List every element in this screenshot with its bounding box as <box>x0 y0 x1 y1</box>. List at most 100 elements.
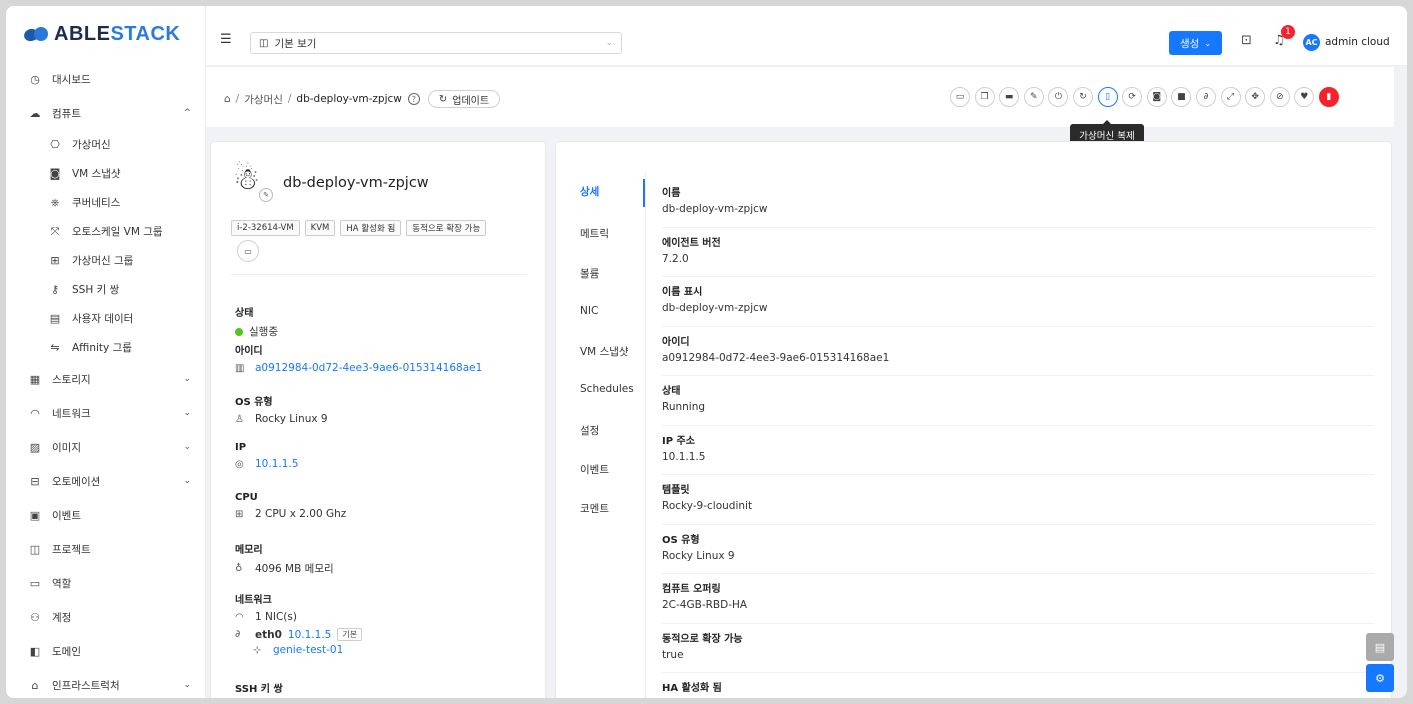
power-icon[interactable]: ⏻ <box>1048 87 1069 107</box>
nic-default-tag: 기본 <box>337 628 363 641</box>
role-icon: ▭ <box>29 576 41 590</box>
linux-icon: ☃ ✎ <box>233 162 273 202</box>
detail-value: Running <box>662 401 706 413</box>
detail-label: 에이전트 버전 <box>662 237 721 249</box>
breadcrumb-parent[interactable]: 가상머신 <box>244 92 283 107</box>
home-icon[interactable]: ⌂ <box>224 93 231 105</box>
brand-logo[interactable]: ABLE STACK <box>6 6 205 62</box>
kubernetes-icon: ⎈ <box>50 195 60 209</box>
migrate-icon[interactable]: ✥ <box>1245 87 1266 107</box>
gear-icon[interactable]: ⚙ <box>1366 664 1394 692</box>
sidebar-item-1[interactable]: ☁ 컴퓨트 ^ <box>6 96 205 130</box>
tab-7[interactable]: 이벤트 <box>580 462 609 477</box>
heart-icon[interactable]: ♥ <box>1294 87 1315 107</box>
refresh-button[interactable]: ↻ 업데이트 <box>427 90 501 108</box>
edit-os-icon[interactable]: ✎ <box>259 188 273 202</box>
resize-icon[interactable]: ⤢ <box>1220 87 1241 107</box>
network-label: 네트워크 <box>235 595 272 606</box>
keyboard-icon[interactable]: ▤ <box>1366 633 1394 661</box>
detail-row: IP 주소 10.1.1.5 <box>662 426 1374 475</box>
sidebar-item-8[interactable]: ▤ 사용자 데이터 <box>6 304 205 333</box>
id-field: 아이디 ▥ a0912984-0d72-4ee3-9ae6-015314168ae… <box>235 342 482 374</box>
sidebar-item-13[interactable]: ⊟ 오토메이션 ⌄ <box>6 464 205 498</box>
disconnect-icon[interactable]: ⊘ <box>1269 87 1290 107</box>
help-icon[interactable]: ? <box>407 93 420 105</box>
backup-icon[interactable]: ■ <box>1171 87 1192 107</box>
sidebar-item-6[interactable]: ⊞ 가상머신 그룹 <box>6 246 205 275</box>
chevron-down-icon: ⌄ <box>1204 38 1212 48</box>
sidebar-item-label: 프로젝트 <box>52 543 91 556</box>
sidebar-item-2[interactable]: ⎔ 가상머신 <box>6 130 205 159</box>
active-tab-indicator <box>643 179 645 207</box>
sidebar-item-9[interactable]: ⇋ Affinity 그룹 <box>6 333 205 362</box>
tag-ha: HA 활성화 됨 <box>340 220 402 236</box>
sidebar-item-label: 사용자 데이터 <box>72 313 134 325</box>
detail-label: 동적으로 확장 가능 <box>662 633 743 645</box>
copy-icon[interactable]: ❐ <box>974 87 995 107</box>
avatar[interactable]: AC <box>1303 34 1320 51</box>
tab-4[interactable]: VM 스냅샷 <box>580 344 629 359</box>
tab-5[interactable]: Schedules <box>580 383 634 395</box>
detail-row: 이름 표시 db-deploy-vm-zpjcw <box>662 277 1374 327</box>
sidebar-item-11[interactable]: ◠ 네트워크 ⌄ <box>6 396 205 430</box>
chart-icon[interactable]: ▬ <box>999 87 1020 107</box>
nic-name: eth0 <box>255 628 282 641</box>
detail-label: IP 주소 <box>662 435 695 447</box>
nic-ip-link[interactable]: 10.1.1.5 <box>288 629 331 641</box>
delete-icon[interactable]: ▮ <box>1318 87 1339 107</box>
state-field: 상태 실행중 <box>235 304 278 339</box>
sidebar-item-7[interactable]: ⚷ SSH 키 쌍 <box>6 275 205 304</box>
create-button-label: 생성 <box>1179 37 1200 50</box>
image-upload-icon[interactable]: ⊡ <box>1241 33 1252 48</box>
domain-icon: ◧ <box>29 644 41 658</box>
vm-tags: i-2-32614-VM KVM HA 활성화 됨 동적으로 확장 가능 <box>231 220 491 236</box>
calendar-icon: ▣ <box>29 508 41 522</box>
sidebar-item-14[interactable]: ▣ 이벤트 <box>6 498 205 532</box>
tab-6[interactable]: 설정 <box>580 423 599 438</box>
autoscale-icon: ⤧ <box>50 224 60 238</box>
detail-label: HA 활성화 됨 <box>662 683 722 694</box>
sidebar-item-0[interactable]: ◷ 대시보드 <box>6 62 205 96</box>
attach-icon[interactable]: ∂ <box>1195 87 1216 107</box>
sidebar-item-label: 이미지 <box>52 441 81 454</box>
sidebar-item-label: VM 스냅샷 <box>72 168 121 180</box>
sidebar-item-3[interactable]: ◙ VM 스냅샷 <box>6 159 205 188</box>
network-icon: ⊹ <box>253 644 262 656</box>
menu-toggle-icon[interactable]: ☰ <box>220 32 232 47</box>
sidebar-item-12[interactable]: ▨ 이미지 ⌄ <box>6 430 205 464</box>
sidebar-item-label: 오토메이션 <box>52 475 101 488</box>
tag-dynamic-scaling: 동적으로 확장 가능 <box>406 220 487 236</box>
edit-icon[interactable]: ✎ <box>1023 87 1044 107</box>
sidebar-item-17[interactable]: ⚇ 계정 <box>6 600 205 634</box>
sidebar-item-16[interactable]: ▭ 역할 <box>6 566 205 600</box>
sidebar-item-18[interactable]: ◧ 도메인 <box>6 634 205 668</box>
sidebar-item-4[interactable]: ⎈ 쿠버네티스 <box>6 188 205 217</box>
tab-1[interactable]: 메트릭 <box>580 226 609 241</box>
ip-link[interactable]: 10.1.1.5 <box>255 458 298 470</box>
sidebar-item-5[interactable]: ⤧ 오토스케일 VM 그룹 <box>6 217 205 246</box>
automation-icon: ⊟ <box>30 474 40 488</box>
snapshot-icon[interactable]: ◙ <box>1146 87 1167 107</box>
sidebar: ABLE STACK ◷ 대시보드 ☁ 컴퓨트 ^ ⎔ 가상머신 ◙ VM 스냅샷 ⎈ 쿠버네티스 ⤧ 오… <box>6 6 206 698</box>
username[interactable]: admin cloud <box>1325 36 1390 48</box>
create-button[interactable]: 생성 ⌄ <box>1169 31 1222 55</box>
swap-icon: ⇋ <box>50 341 60 354</box>
os-field: OS 유형 ♙ Rocky Linux 9 <box>235 393 328 425</box>
vm-id-link[interactable]: a0912984-0d72-4ee3-9ae6-015314168ae1 <box>255 362 482 374</box>
tab-0[interactable]: 상세 <box>580 184 599 199</box>
sidebar-item-19[interactable]: ⌂ 인프라스트럭처 ⌄ <box>6 668 205 698</box>
tab-8[interactable]: 코멘트 <box>580 501 609 516</box>
state-label: 상태 <box>235 308 254 319</box>
tab-2[interactable]: 볼륨 <box>580 266 599 281</box>
nic-network-link[interactable]: genie-test-01 <box>273 644 343 656</box>
sidebar-item-10[interactable]: ▦ 스토리지 ⌄ <box>6 362 205 396</box>
console-icon[interactable]: ▭ <box>950 87 970 107</box>
sidebar-item-15[interactable]: ◫ 프로젝트 <box>6 532 205 566</box>
clone-vm-icon[interactable]: ▯ <box>1097 87 1118 107</box>
view-select[interactable]: ◫ 기본 보기 ⌄ <box>250 32 622 54</box>
console-button[interactable]: ▭ <box>237 240 259 262</box>
reboot-icon[interactable]: ↻ <box>1072 87 1093 107</box>
detail-value: db-deploy-vm-zpjcw <box>662 302 768 314</box>
tab-3[interactable]: NIC <box>580 305 598 317</box>
sync-icon[interactable]: ⟳ <box>1122 87 1143 107</box>
